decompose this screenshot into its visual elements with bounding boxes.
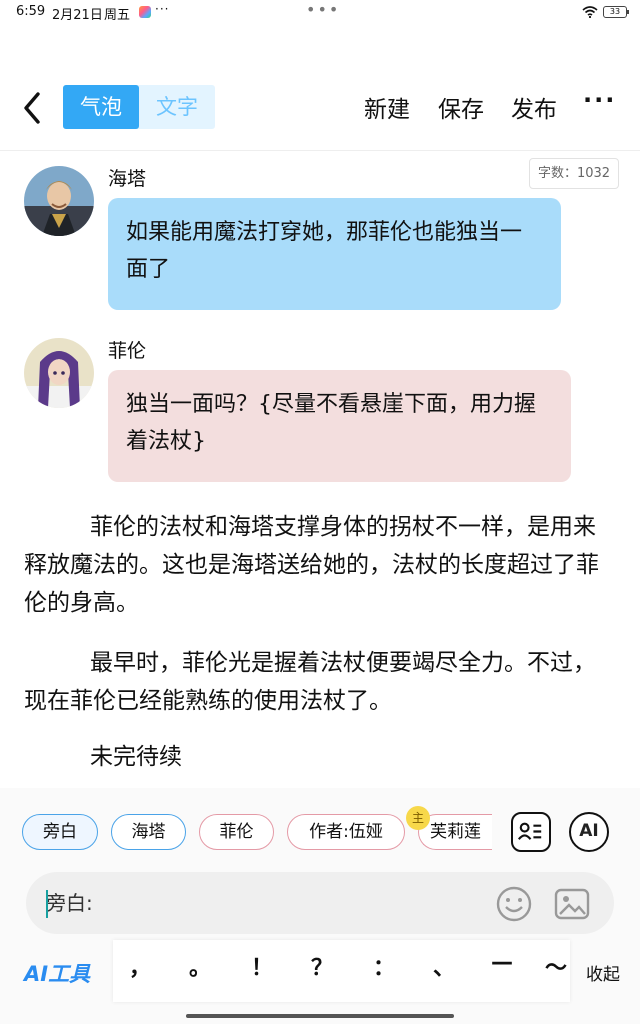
character-chip-fern[interactable]: 菲伦 [199, 814, 274, 850]
save-button[interactable]: 保存 [438, 90, 484, 124]
back-button[interactable] [18, 88, 48, 128]
multitask-handle[interactable]: ••• [306, 0, 340, 19]
toolbar-divider [0, 150, 640, 151]
home-indicator[interactable] [186, 1014, 454, 1018]
punct-key[interactable]: 、 [433, 950, 455, 982]
character-manage-button[interactable] [511, 812, 551, 852]
chat-bubble[interactable]: 如果能用魔法打穿她，那菲伦也能独当一面了 [108, 198, 561, 310]
image-icon [554, 888, 590, 920]
punct-key[interactable]: ， [129, 950, 151, 982]
story-paragraph[interactable]: 未完待续 [24, 738, 616, 776]
story-paragraph[interactable]: 菲伦的法杖和海塔支撑身体的拐杖不一样，是用来释放魔法的。这也是海塔送给她的，法杖… [24, 508, 616, 622]
line-input[interactable] [46, 884, 486, 922]
punct-key[interactable]: 。 [189, 950, 211, 982]
smiley-icon [496, 886, 532, 922]
status-time: 6:59 [16, 4, 46, 19]
mode-switch: 气泡 文字 [63, 85, 215, 129]
punct-key[interactable]: — [491, 950, 513, 975]
main-role-badge: 主 [406, 806, 430, 830]
notification-more: ··· [155, 2, 170, 16]
ai-button[interactable]: AI [569, 812, 609, 852]
more-menu-button[interactable]: ··· [583, 86, 616, 114]
punct-key[interactable]: ！ [251, 950, 273, 982]
contacts-icon [517, 822, 542, 840]
emoji-button[interactable] [494, 884, 534, 924]
ai-tools-button[interactable]: AI工具 [24, 958, 90, 988]
new-button[interactable]: 新建 [364, 90, 410, 124]
punct-key[interactable]: ～ [545, 950, 567, 982]
avatar-fern[interactable] [24, 338, 94, 408]
line-input-box[interactable] [26, 872, 614, 934]
battery-icon: 33 [603, 6, 629, 18]
avatar-haita[interactable] [24, 166, 94, 236]
top-toolbar: 气泡 文字 新建 保存 发布 ··· [0, 78, 640, 138]
chevron-left-icon [24, 92, 40, 124]
status-date: 2月21日 [52, 8, 103, 23]
status-bar: 6:59 2月21日 周五 ··· ••• 33 [0, 0, 640, 26]
punctuation-bar: ， 。 ！ ？ ： 、 — ～ [113, 940, 570, 1002]
tab-text[interactable]: 文字 [139, 85, 215, 129]
wifi-icon [582, 6, 598, 19]
gallery-icon [139, 6, 151, 18]
word-count-badge: 字数：1032 [529, 158, 619, 189]
tab-bubble[interactable]: 气泡 [63, 85, 139, 129]
editor-bottom-panel: 旁白 海塔 菲伦 作者:伍娅 芙莉莲 主 AI AI工具 ， 。 ！ ？ ： 、… [0, 788, 640, 1024]
punct-key[interactable]: ： [373, 950, 395, 982]
publish-button[interactable]: 发布 [511, 90, 557, 124]
character-chip-haita[interactable]: 海塔 [111, 814, 186, 850]
punct-key[interactable]: ？ [311, 950, 333, 982]
story-paragraph[interactable]: 最早时，菲伦光是握着法杖便要竭尽全力。不过，现在菲伦已经能熟练的使用法杖了。 [24, 644, 616, 720]
speaker-name: 菲伦 [108, 340, 147, 362]
chat-bubble[interactable]: 独当一面吗？{尽量不看悬崖下面，用力握着法杖} [108, 370, 571, 482]
text-caret [46, 890, 48, 918]
status-weekday: 周五 [104, 8, 131, 23]
character-chip-author[interactable]: 作者:伍娅 [287, 814, 405, 850]
collapse-button[interactable]: 收起 [586, 960, 620, 985]
ai-button-label: AI [579, 821, 599, 841]
image-button[interactable] [552, 884, 592, 924]
character-chip-narrator[interactable]: 旁白 [22, 814, 98, 850]
speaker-name: 海塔 [108, 168, 147, 190]
